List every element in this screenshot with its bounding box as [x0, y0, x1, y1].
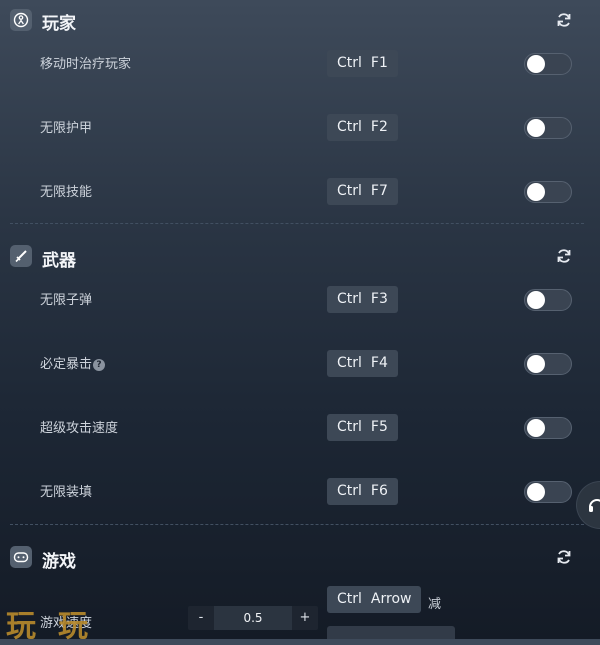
toggle-knob — [527, 119, 545, 137]
hotkey-modifier: Ctrl — [337, 419, 362, 435]
watermark-logo: 玩玩 — [6, 609, 110, 644]
option-row: 无限护甲 Ctrl F2 — [0, 114, 600, 144]
toggle-knob — [527, 55, 545, 73]
section-divider — [10, 223, 584, 224]
hotkey-modifier: Ctrl — [337, 183, 362, 199]
section-title-weapons: 武器 — [42, 251, 76, 271]
headset-icon — [587, 495, 600, 519]
option-row: 无限装填 Ctrl F6 — [0, 478, 600, 508]
option-label: 移动时治疗玩家 — [40, 57, 132, 72]
toggle-switch[interactable] — [524, 117, 572, 139]
refresh-icon[interactable] — [555, 11, 573, 29]
hotkey-key: F2 — [370, 119, 388, 135]
toggle-switch[interactable] — [524, 289, 572, 311]
section-title-player: 玩家 — [42, 14, 76, 34]
gamepad-icon — [10, 546, 32, 568]
hotkey-modifier: Ctrl — [337, 591, 362, 607]
hotkey-button[interactable]: Ctrl F3 — [327, 286, 398, 313]
hotkey-modifier: Ctrl — [337, 483, 362, 499]
toggle-knob — [527, 419, 545, 437]
hotkey-button[interactable]: Ctrl F6 — [327, 478, 398, 505]
hotkey-button[interactable]: Ctrl F4 — [327, 350, 398, 377]
hotkey-modifier: Ctrl — [337, 291, 362, 307]
hotkey-key: F4 — [370, 355, 388, 371]
option-row: 超级攻击速度 Ctrl F5 — [0, 414, 600, 444]
option-label: 无限子弹 — [40, 293, 93, 308]
option-row: 移动时治疗玩家 Ctrl F1 — [0, 50, 600, 80]
toggle-knob — [527, 183, 545, 201]
option-label: 无限装填 — [40, 485, 93, 500]
option-label-text: 必定暴击 — [40, 357, 93, 372]
decrease-label: 减 — [428, 597, 442, 612]
refresh-icon[interactable] — [555, 247, 573, 265]
toggle-switch[interactable] — [524, 53, 572, 75]
option-row: 无限技能 Ctrl F7 — [0, 178, 600, 208]
sword-icon — [10, 245, 32, 267]
option-label: 超级攻击速度 — [40, 421, 119, 436]
game-speed-stepper: - 0.5 + — [188, 606, 318, 630]
person-icon — [10, 9, 32, 31]
hotkey-button[interactable]: Ctrl F1 — [327, 50, 398, 77]
hotkey-modifier: Ctrl — [337, 355, 362, 371]
hotkey-button[interactable]: Ctrl Arrow — [327, 586, 422, 613]
hotkey-key: F6 — [370, 483, 388, 499]
toggle-switch[interactable] — [524, 353, 572, 375]
help-icon[interactable]: ? — [93, 359, 106, 371]
hotkey-button[interactable]: Ctrl F2 — [327, 114, 398, 141]
refresh-icon[interactable] — [555, 548, 573, 566]
section-divider — [10, 524, 584, 525]
toggle-knob — [527, 355, 545, 373]
option-row: 无限子弹 Ctrl F3 — [0, 286, 600, 316]
section-header-player: 玩家 — [0, 0, 600, 40]
section-header-weapons: 武器 — [0, 236, 600, 276]
hotkey-modifier: Ctrl — [337, 119, 362, 135]
toggle-knob — [527, 483, 545, 501]
option-label: 无限护甲 — [40, 121, 93, 136]
option-label: 必定暴击? — [40, 357, 106, 373]
toggle-switch[interactable] — [524, 417, 572, 439]
hotkey-key: Arrow — [370, 591, 412, 607]
game-speed-value[interactable]: 0.5 — [214, 606, 292, 630]
toggle-switch[interactable] — [524, 481, 572, 503]
hotkey-key: F5 — [370, 419, 388, 435]
increment-button[interactable]: + — [292, 606, 318, 630]
option-label: 无限技能 — [40, 185, 93, 200]
hotkey-modifier: Ctrl — [337, 55, 362, 71]
hotkey-button[interactable] — [327, 626, 455, 639]
hotkey-key: F1 — [370, 55, 388, 71]
toggle-knob — [527, 291, 545, 309]
hotkey-key: F7 — [370, 183, 388, 199]
decrement-button[interactable]: - — [188, 606, 214, 630]
section-title-game: 游戏 — [42, 552, 76, 572]
option-row: 必定暴击? Ctrl F4 — [0, 350, 600, 380]
hotkey-key: F3 — [370, 291, 388, 307]
toggle-switch[interactable] — [524, 181, 572, 203]
hotkey-button[interactable]: Ctrl F5 — [327, 414, 398, 441]
section-header-game: 游戏 — [0, 537, 600, 577]
hotkey-button[interactable]: Ctrl F7 — [327, 178, 398, 205]
